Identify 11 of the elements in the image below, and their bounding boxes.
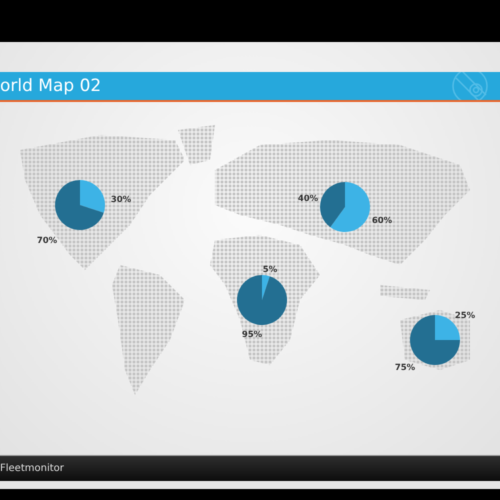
percent-label: 75%: [394, 363, 416, 373]
percent-label: 5%: [262, 265, 278, 275]
brand-name: Fleetmonitor: [0, 463, 64, 474]
percent-label: 95%: [242, 330, 262, 340]
globe-icon: [450, 72, 490, 100]
percent-label: 40%: [298, 194, 318, 204]
percent-label: 60%: [372, 216, 392, 226]
percent-label: 25%: [454, 311, 476, 321]
slide-title: orld Map 02: [0, 76, 102, 96]
percent-label: 30%: [110, 195, 132, 205]
percent-label: 70%: [36, 236, 58, 246]
